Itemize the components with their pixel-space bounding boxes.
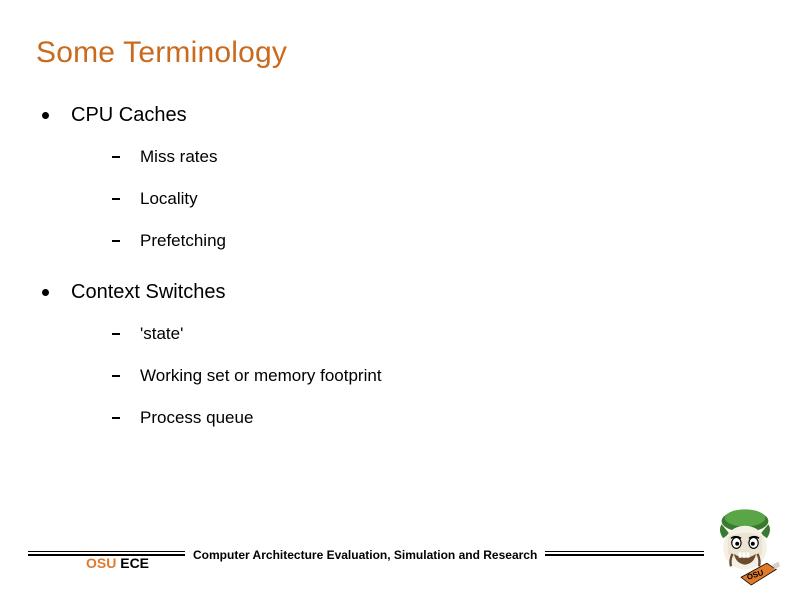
sub-item: Prefetching [112, 231, 742, 251]
sub-label: Prefetching [140, 231, 226, 251]
bullet-dot-icon [42, 289, 49, 296]
sub-list: 'state' Working set or memory footprint … [112, 324, 742, 428]
sub-item: 'state' [112, 324, 742, 344]
sub-label: Process queue [140, 408, 253, 428]
footer-caption-box: Computer Architecture Evaluation, Simula… [185, 546, 545, 564]
bullet-label: Context Switches [71, 281, 226, 304]
sub-item: Working set or memory footprint [112, 366, 742, 386]
sub-item: Process queue [112, 408, 742, 428]
dash-icon [112, 198, 120, 200]
bullet-item: Context Switches [42, 281, 742, 304]
sub-list: Miss rates Locality Prefetching [112, 147, 742, 251]
sub-item: Locality [112, 189, 742, 209]
bullet-dot-icon [42, 112, 49, 119]
sub-label: 'state' [140, 324, 183, 344]
slide-title: Some Terminology [36, 36, 287, 70]
footer-caption: Computer Architecture Evaluation, Simula… [193, 548, 537, 562]
sub-item: Miss rates [112, 147, 742, 167]
bullet-label: CPU Caches [71, 104, 187, 127]
dash-icon [112, 375, 120, 377]
dash-icon [112, 156, 120, 158]
dash-icon [112, 417, 120, 419]
dash-icon [112, 333, 120, 335]
footer: Computer Architecture Evaluation, Simula… [0, 519, 794, 565]
sub-label: Working set or memory footprint [140, 366, 382, 386]
bullet-item: CPU Caches [42, 104, 742, 127]
slide: Some Terminology CPU Caches Miss rates L… [0, 0, 794, 595]
sub-label: Locality [140, 189, 198, 209]
content-area: CPU Caches Miss rates Locality Prefetchi… [42, 104, 742, 458]
mascot-icon: OSU [706, 507, 784, 589]
dash-icon [112, 240, 120, 242]
sub-label: Miss rates [140, 147, 217, 167]
